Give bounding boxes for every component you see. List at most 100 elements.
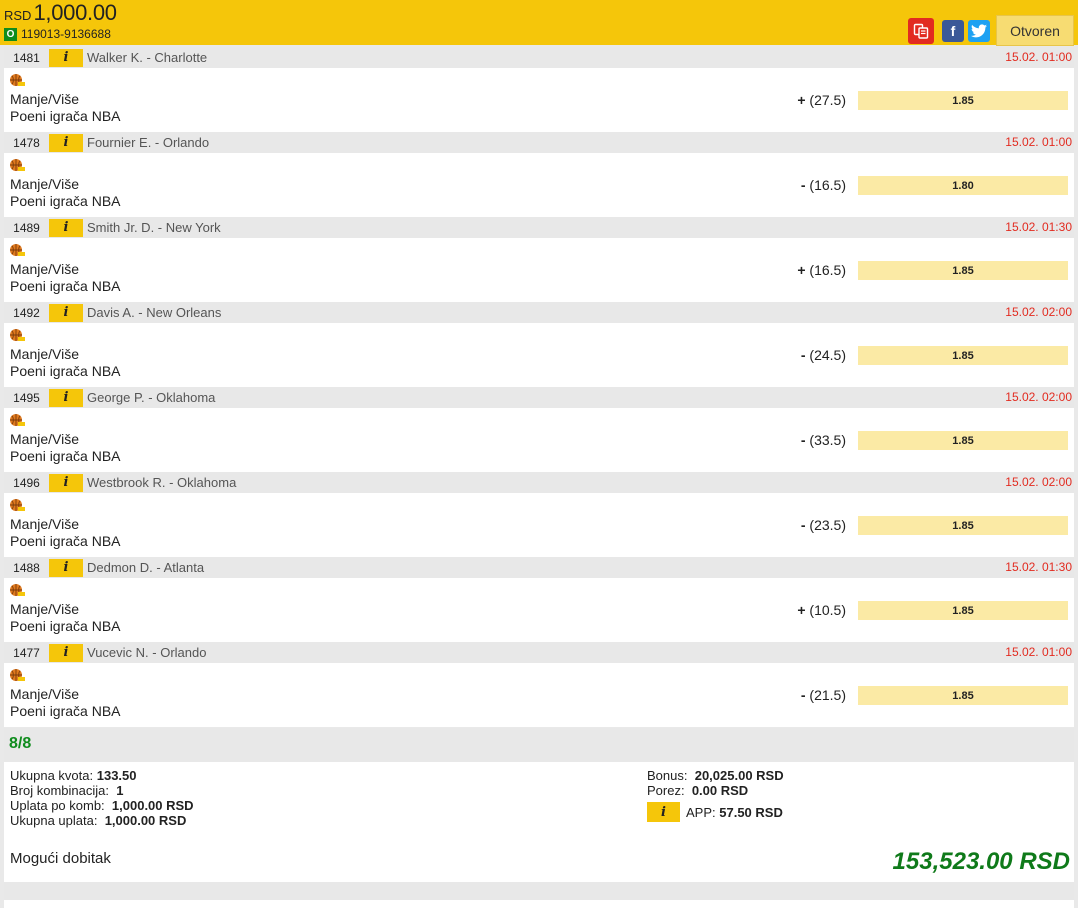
event-body: Manje/Više Poeni igrača NBA + (10.5) 1.85 — [4, 578, 1074, 642]
odds-value: 1.85 — [858, 431, 1068, 450]
total-stake-row: Ukupna uplata: 1,000.00 RSD — [10, 813, 194, 828]
event-match: Westbrook R. - Oklahoma — [87, 475, 237, 490]
pick: + (10.5) — [797, 602, 846, 618]
event-row: 1488 i Dedmon D. - Atlanta 15.02. 01:30 Manj… — [4, 557, 1074, 642]
market-name: Manje/Više — [10, 686, 80, 702]
bonus-label: Bonus: — [647, 768, 688, 783]
event-body: Manje/Više Poeni igrača NBA - (23.5) 1.85 — [4, 493, 1074, 557]
odds-value: 1.85 — [858, 686, 1068, 705]
stake-per-comb-row: Uplata po komb: 1,000.00 RSD — [10, 798, 194, 813]
pick: - (23.5) — [801, 517, 846, 533]
event-match: George P. - Oklahoma — [87, 390, 216, 405]
footer-divider — [4, 882, 1074, 900]
basketball-icon — [9, 73, 25, 87]
total-odds-row: Ukupna kvota: 133.50 — [10, 768, 194, 783]
event-time: 15.02. 01:00 — [1005, 135, 1072, 149]
app-info-icon[interactable]: i — [647, 802, 680, 822]
event-code: 1492 — [13, 305, 40, 320]
event-info-icon[interactable]: i — [49, 388, 83, 407]
facebook-icon: f — [950, 22, 956, 39]
market-name: Manje/Više — [10, 346, 80, 362]
event-header: 1478 i Fournier E. - Orlando 15.02. 01:00 — [4, 132, 1074, 153]
facebook-share-button[interactable]: f — [942, 19, 964, 42]
tax-label: Porez: — [647, 783, 685, 798]
league-name: Poeni igrača NBA — [10, 278, 121, 294]
pick-line: (24.5) — [809, 347, 846, 363]
amount-value: 1,000.00 — [33, 0, 117, 25]
odds-value: 1.85 — [858, 91, 1068, 110]
total-stake-label: Ukupna uplata: — [10, 813, 98, 828]
event-info-icon[interactable]: i — [49, 303, 83, 322]
event-time: 15.02. 01:00 — [1005, 645, 1072, 659]
pick: - (33.5) — [801, 432, 846, 448]
pick-line: (16.5) — [809, 262, 846, 278]
event-code: 1478 — [13, 135, 40, 150]
event-info-icon[interactable]: i — [49, 643, 83, 662]
pick: - (16.5) — [801, 177, 846, 193]
event-code: 1481 — [13, 50, 40, 65]
event-row: 1496 i Westbrook R. - Oklahoma 15.02. 02:00… — [4, 472, 1074, 557]
event-code: 1496 — [13, 475, 40, 490]
pick-sign: + — [797, 602, 806, 618]
league-name: Poeni igrača NBA — [10, 533, 121, 549]
pick-line: (16.5) — [809, 177, 846, 193]
basketball-icon — [9, 243, 25, 257]
event-header: 1495 i George P. - Oklahoma 15.02. 02:00 — [4, 387, 1074, 408]
league-name: Poeni igrača NBA — [10, 363, 121, 379]
event-info-icon[interactable]: i — [49, 133, 83, 152]
pick: + (16.5) — [797, 262, 846, 278]
event-info-icon[interactable]: i — [49, 218, 83, 237]
market-name: Manje/Više — [10, 261, 80, 277]
event-header: 1489 i Smith Jr. D. - New York 15.02. 01:30 — [4, 217, 1074, 238]
pick-sign: + — [797, 262, 806, 278]
basketball-icon — [9, 498, 25, 512]
event-code: 1477 — [13, 645, 40, 660]
total-odds-value: 133.50 — [96, 768, 137, 783]
pick-line: (33.5) — [809, 432, 846, 448]
event-time: 15.02. 02:00 — [1005, 305, 1072, 319]
event-body: Manje/Više Poeni igrača NBA + (16.5) 1.85 — [4, 238, 1074, 302]
status-badge: O — [4, 27, 17, 41]
odds-value: 1.85 — [858, 261, 1068, 280]
summary-left: Ukupna kvota: 133.50 Broj kombinacija: 1… — [10, 768, 194, 828]
league-name: Poeni igrača NBA — [10, 618, 121, 634]
possible-win-value: 153,523.00 RSD — [892, 848, 1070, 875]
event-match: Smith Jr. D. - New York — [87, 220, 221, 235]
header-actions: f Otvoren — [908, 15, 1074, 46]
ticket-status-button[interactable]: Otvoren — [996, 15, 1074, 46]
twitter-share-button[interactable] — [968, 19, 990, 42]
pick-sign: + — [797, 92, 806, 108]
event-body: Manje/Više Poeni igrača NBA - (21.5) 1.85 — [4, 663, 1074, 727]
event-time: 15.02. 01:30 — [1005, 560, 1072, 574]
league-name: Poeni igrača NBA — [10, 108, 121, 124]
event-info-icon[interactable]: i — [49, 473, 83, 492]
odds-value: 1.85 — [858, 516, 1068, 535]
event-row: 1495 i George P. - Oklahoma 15.02. 02:00 Man… — [4, 387, 1074, 472]
total-odds-label: Ukupna kvota: — [10, 768, 94, 783]
pick-sign: - — [800, 687, 806, 703]
event-info-icon[interactable]: i — [49, 558, 83, 577]
basketball-icon — [9, 668, 25, 682]
market-name: Manje/Više — [10, 516, 80, 532]
basketball-icon — [9, 583, 25, 597]
market-name: Manje/Više — [10, 601, 80, 617]
event-row: 1481 i Walker K. - Charlotte 15.02. 01:00 Ma… — [4, 47, 1074, 132]
event-header: 1496 i Westbrook R. - Oklahoma 15.02. 02:00 — [4, 472, 1074, 493]
event-body: Manje/Više Poeni igrača NBA - (24.5) 1.85 — [4, 323, 1074, 387]
possible-win-label: Mogući dobitak — [10, 850, 111, 867]
pick: - (24.5) — [801, 347, 846, 363]
ticket-id-row: O 119013-9136688 — [4, 27, 111, 41]
combinations-label: Broj kombinacija: — [10, 783, 109, 798]
tax-value: 0.00 RSD — [691, 783, 749, 798]
market-name: Manje/Više — [10, 176, 80, 192]
pick-line: (27.5) — [809, 92, 846, 108]
event-time: 15.02. 02:00 — [1005, 475, 1072, 489]
event-header: 1488 i Dedmon D. - Atlanta 15.02. 01:30 — [4, 557, 1074, 578]
event-header: 1477 i Vucevic N. - Orlando 15.02. 01:00 — [4, 642, 1074, 663]
pick-sign: - — [800, 347, 806, 363]
copy-ticket-button[interactable] — [908, 17, 934, 44]
footer-card — [4, 900, 1074, 908]
event-info-icon[interactable]: i — [49, 48, 83, 67]
odds-value: 1.80 — [858, 176, 1068, 195]
stake-per-comb-label: Uplata po komb: — [10, 798, 105, 813]
